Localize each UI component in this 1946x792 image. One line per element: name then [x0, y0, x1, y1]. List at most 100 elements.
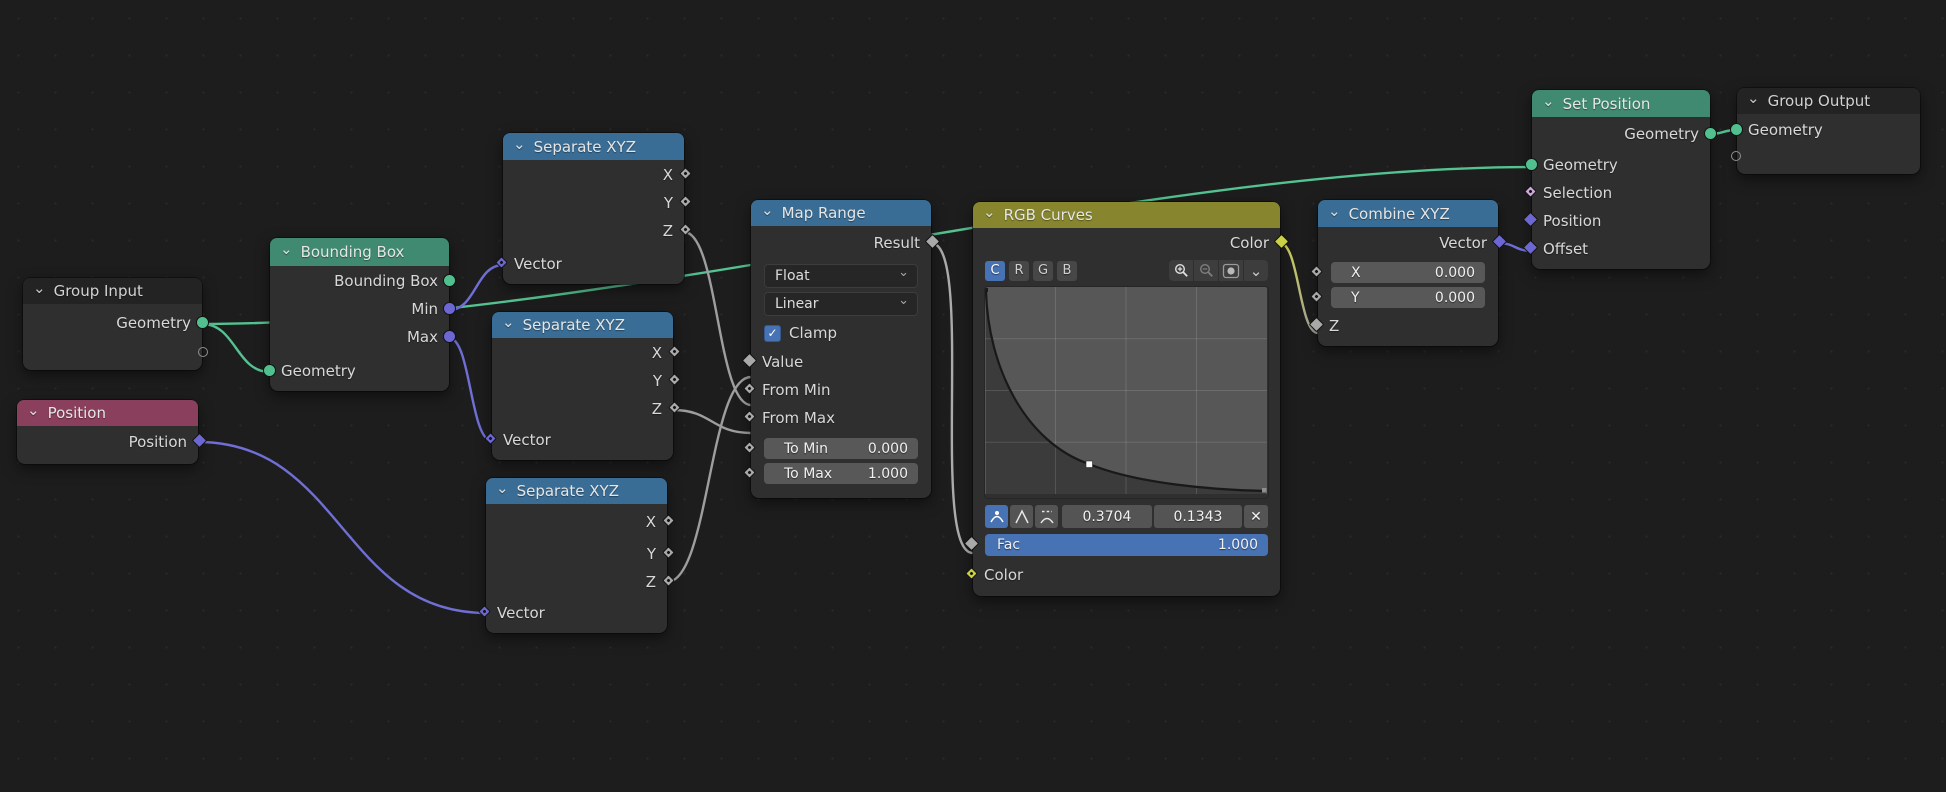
clipping-toggle-button[interactable]: [1219, 260, 1243, 281]
point-x-field[interactable]: 0.3704: [1062, 505, 1152, 528]
socket-label: Bounding Box: [334, 272, 438, 290]
socket-label: Vector: [1439, 234, 1487, 252]
collapse-chevron-icon[interactable]: ⌄: [513, 139, 526, 149]
collapse-chevron-icon[interactable]: ⌄: [1328, 206, 1341, 216]
handle-vector-icon: [1014, 509, 1030, 524]
socket-label: Vector: [503, 431, 551, 449]
node-header[interactable]: ⌄ Separate XYZ: [503, 133, 684, 160]
socket-label: Offset: [1543, 240, 1588, 258]
socket-label: Vector: [497, 604, 545, 622]
node-title: Set Position: [1563, 95, 1651, 113]
node-header[interactable]: ⌄ Separate XYZ: [492, 312, 673, 338]
socket-label: Z: [652, 400, 662, 418]
handle-vector-button[interactable]: [1010, 505, 1033, 528]
node-header[interactable]: ⌄ Bounding Box: [270, 238, 449, 266]
zoom-in-button[interactable]: [1169, 260, 1193, 281]
data-type-dropdown[interactable]: Float ⌄: [764, 264, 918, 288]
socket-output-bounding-box[interactable]: [443, 274, 456, 287]
clamp-checkbox[interactable]: ✓: [764, 325, 781, 342]
channel-button-g[interactable]: G: [1033, 261, 1053, 281]
handle-auto-button[interactable]: [985, 505, 1008, 528]
curve-selected-point[interactable]: [1086, 461, 1093, 468]
socket-label: Z: [663, 222, 673, 240]
node-title: Separate XYZ: [534, 138, 636, 156]
node-header[interactable]: ⌄ Combine XYZ: [1318, 200, 1498, 227]
socket-virtual[interactable]: [1731, 151, 1741, 161]
y-slider[interactable]: Y 0.000: [1331, 287, 1485, 308]
dropdown-value: Float: [775, 268, 810, 284]
socket-label: Color: [984, 566, 1023, 584]
socket-input-geometry[interactable]: [263, 364, 276, 377]
slider-label: X: [1351, 265, 1361, 281]
node-set-position: ⌄ Set Position Geometry Geometry Selecti…: [1532, 90, 1710, 269]
socket-label: Max: [407, 328, 438, 346]
handle-auto-clamped-icon: [1039, 509, 1055, 524]
to-min-slider[interactable]: To Min 0.000: [764, 438, 918, 459]
collapse-chevron-icon[interactable]: ⌄: [33, 283, 46, 293]
collapse-chevron-icon[interactable]: ⌄: [761, 205, 774, 215]
socket-label: Y: [647, 545, 656, 563]
collapse-chevron-icon[interactable]: ⌄: [1542, 96, 1555, 106]
fac-slider[interactable]: Fac 1.000: [985, 534, 1268, 556]
curve-endpoint-start[interactable]: [985, 288, 988, 292]
point-y-field[interactable]: 0.1343: [1154, 505, 1242, 528]
curve-tools-dropdown-button[interactable]: ⌄: [1244, 260, 1268, 281]
curve-endpoint-end[interactable]: [1262, 488, 1267, 493]
x-slider[interactable]: X 0.000: [1331, 262, 1485, 283]
curve-editor[interactable]: [985, 287, 1268, 498]
slider-label: To Min: [784, 441, 828, 457]
socket-label: Geometry: [1624, 125, 1699, 143]
node-header[interactable]: ⌄ Separate XYZ: [486, 478, 667, 504]
socket-output-geometry[interactable]: [1704, 127, 1717, 140]
node-title: Group Output: [1768, 92, 1871, 110]
socket-virtual[interactable]: [198, 347, 208, 357]
socket-label: Geometry: [281, 362, 356, 380]
node-header[interactable]: ⌄ RGB Curves: [973, 202, 1280, 228]
socket-input-geometry[interactable]: [1525, 158, 1538, 171]
collapse-chevron-icon[interactable]: ⌄: [502, 317, 515, 327]
slider-label: To Max: [784, 466, 832, 482]
interpolation-dropdown[interactable]: Linear ⌄: [764, 292, 918, 316]
channel-button-c[interactable]: C: [985, 261, 1005, 281]
socket-label: Y: [664, 194, 673, 212]
collapse-chevron-icon[interactable]: ⌄: [27, 405, 40, 415]
socket-input-geometry[interactable]: [1730, 123, 1743, 136]
socket-label: Min: [411, 300, 438, 318]
node-header[interactable]: ⌄ Group Output: [1737, 88, 1920, 114]
collapse-chevron-icon[interactable]: ⌄: [1747, 93, 1760, 103]
socket-label: Position: [129, 433, 187, 451]
to-max-slider[interactable]: To Max 1.000: [764, 463, 918, 484]
slider-value: 0.000: [1435, 265, 1475, 281]
node-title: Separate XYZ: [523, 316, 625, 334]
zoom-out-button[interactable]: [1194, 260, 1218, 281]
socket-label: From Min: [762, 381, 831, 399]
node-header[interactable]: ⌄ Group Input: [23, 278, 202, 304]
node-editor-canvas[interactable]: ⌄ Group Input Geometry ⌄ Position Positi…: [0, 0, 1946, 792]
socket-output-min[interactable]: [443, 302, 456, 315]
chevron-down-icon: ⌄: [898, 297, 909, 305]
curve-plot: [985, 287, 1267, 494]
node-header[interactable]: ⌄ Set Position: [1532, 90, 1710, 117]
collapse-chevron-icon[interactable]: ⌄: [280, 244, 293, 254]
collapse-chevron-icon[interactable]: ⌄: [496, 483, 509, 493]
node-header[interactable]: ⌄ Position: [17, 400, 198, 426]
node-header[interactable]: ⌄ Map Range: [751, 200, 931, 226]
wire-boundingbox-max-separate2: [449, 338, 492, 441]
handle-auto-clamped-button[interactable]: [1035, 505, 1058, 528]
socket-label: Z: [646, 573, 656, 591]
delete-point-button[interactable]: ✕: [1244, 505, 1268, 528]
socket-label: Value: [762, 353, 803, 371]
socket-output-geometry[interactable]: [196, 316, 209, 329]
collapse-chevron-icon[interactable]: ⌄: [983, 207, 996, 217]
node-title: Map Range: [782, 204, 866, 222]
socket-label: Selection: [1543, 184, 1612, 202]
node-bounding-box: ⌄ Bounding Box Bounding Box Min Max Geom…: [270, 238, 449, 391]
node-title: Separate XYZ: [517, 482, 619, 500]
zoom-in-icon: [1174, 263, 1189, 278]
channel-button-r[interactable]: R: [1009, 261, 1029, 281]
node-title: Bounding Box: [301, 243, 405, 261]
socket-label: Geometry: [116, 314, 191, 332]
socket-output-max[interactable]: [443, 330, 456, 343]
channel-button-b[interactable]: B: [1057, 261, 1077, 281]
socket-label: Geometry: [1748, 121, 1823, 139]
